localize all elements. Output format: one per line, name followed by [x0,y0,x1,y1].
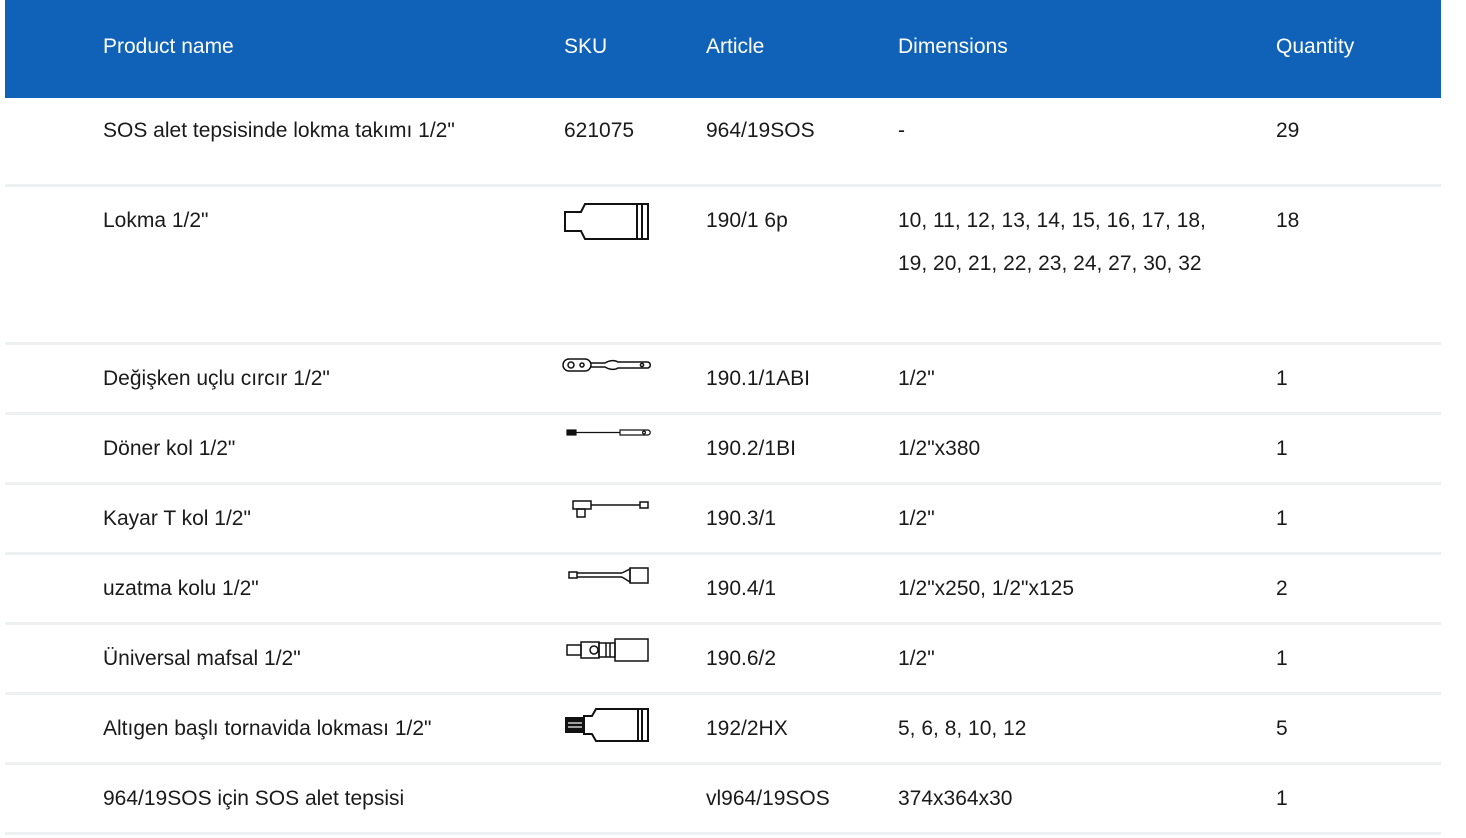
quantity-cell: 1 [1276,437,1288,460]
column-header-product-name: Product name [103,35,234,58]
universal-joint-icon [560,636,652,666]
quantity-cell: 29 [1276,119,1300,142]
table-row: Değişken uçlu cırcır 1/2" 190.1/1ABI 1/2… [5,345,1441,415]
table-row: uzatma kolu 1/2" 190.4/1 1/2"x250, 1/2"x… [5,555,1441,625]
product-name-cell: 964/19SOS için SOS alet tepsisi [103,787,405,810]
product-name-cell: Altıgen başlı tornavida lokması 1/2" [103,717,432,740]
dimensions-cell: 374x364x30 [898,787,1013,810]
dimensions-cell: 1/2"x250, 1/2"x125 [898,577,1075,600]
product-name-cell: Döner kol 1/2" [103,437,236,460]
article-cell: 964/19SOS [706,119,815,142]
article-cell: 190.1/1ABI [706,367,810,390]
dimensions-cell: 1/2" [898,507,935,530]
product-name-cell: Değişken uçlu cırcır 1/2" [103,367,330,390]
socket-icon [560,200,652,242]
article-cell: vl964/19SOS [706,787,830,810]
table-header: Product name SKU Article Dimensions Quan… [5,0,1441,98]
dimensions-cell: 1/2" [898,367,935,390]
quantity-cell: 2 [1276,577,1288,600]
article-cell: 192/2HX [706,717,788,740]
ratchet-icon [560,356,652,376]
quantity-cell: 1 [1276,787,1288,810]
table-row: SOS alet tepsisinde lokma takımı 1/2" 62… [5,98,1441,187]
dimensions-cell: 10, 11, 12, 13, 14, 15, 16, 17, 18, 19, … [898,209,1206,275]
article-cell: 190/1 6p [706,209,788,232]
product-name-cell: uzatma kolu 1/2" [103,577,259,600]
column-header-article: Article [706,35,765,58]
hex-bit-socket-icon [560,706,652,744]
product-table: Product name SKU Article Dimensions Quan… [5,0,1441,835]
table-row: Döner kol 1/2" 190.2/1BI 1/2"x380 1 [5,415,1441,485]
column-header-quantity: Quantity [1276,35,1355,58]
table-row: Altıgen başlı tornavida lokması 1/2" 192… [5,695,1441,765]
dimensions-cell: 1/2"x380 [898,437,981,460]
dimensions-cell: 5, 6, 8, 10, 12 [898,717,1027,740]
column-header-sku: SKU [564,35,608,58]
product-name-cell: Üniversal mafsal 1/2" [103,647,301,670]
quantity-cell: 1 [1276,367,1288,390]
article-cell: 190.4/1 [706,577,777,600]
quantity-cell: 5 [1276,717,1288,740]
column-header-dimensions: Dimensions [898,35,1008,58]
quantity-cell: 1 [1276,507,1288,530]
article-cell: 190.3/1 [706,507,777,530]
quantity-cell: 18 [1276,209,1300,232]
table-row: Üniversal mafsal 1/2" 190.6/2 1/2" 1 [5,625,1441,695]
dimensions-cell: 1/2" [898,647,935,670]
product-name-cell: Kayar T kol 1/2" [103,507,251,530]
dimensions-cell: - [898,119,905,142]
breaker-bar-icon [560,426,652,440]
product-name-cell: Lokma 1/2" [103,209,209,232]
quantity-cell: 1 [1276,647,1288,670]
sku-cell: 621075 [564,119,635,142]
table-row: Lokma 1/2" 190/1 6p 10, 11, 12, 13, 14, … [5,187,1441,345]
product-name-cell: SOS alet tepsisinde lokma takımı 1/2" [103,119,455,142]
article-cell: 190.6/2 [706,647,777,670]
article-cell: 190.2/1BI [706,437,796,460]
table-row: Kayar T kol 1/2" 190.3/1 1/2" 1 [5,485,1441,555]
table-row: 964/19SOS için SOS alet tepsisi vl964/19… [5,765,1441,835]
extension-bar-icon [560,566,652,588]
t-handle-icon [560,496,652,522]
